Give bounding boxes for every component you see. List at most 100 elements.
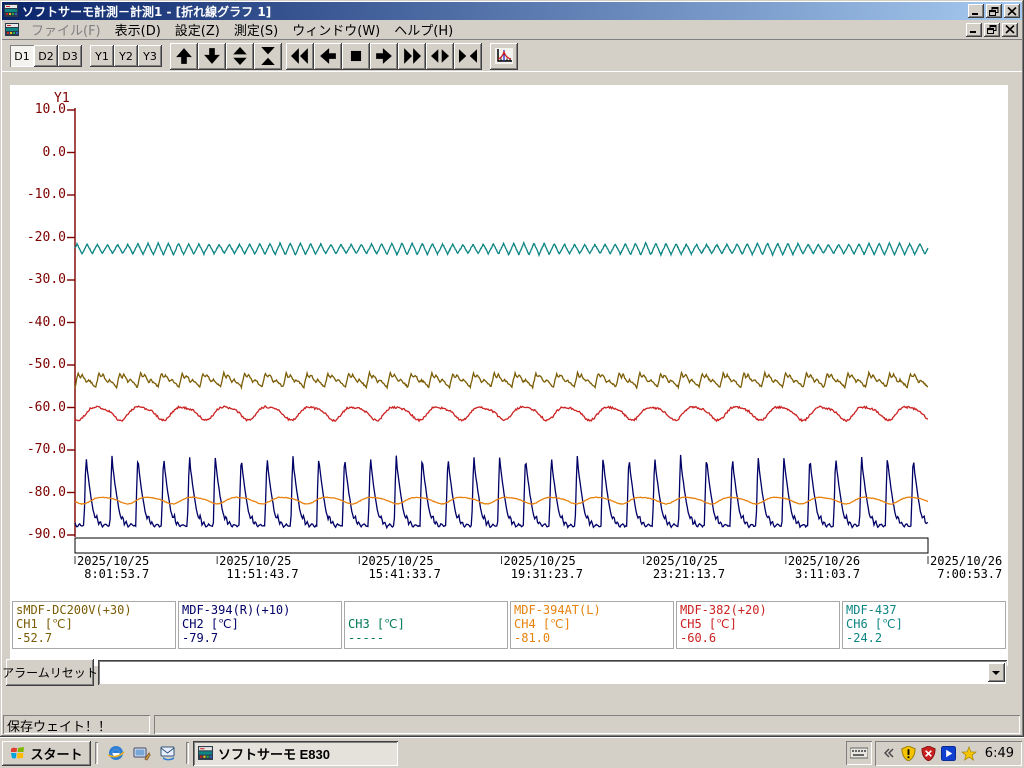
outlook-express-icon[interactable] [158, 743, 178, 763]
app-icon [4, 2, 18, 21]
expand-horizontal-icon[interactable] [426, 43, 454, 70]
dropdown-arrow-icon[interactable] [988, 663, 1005, 682]
menu-item[interactable]: ヘルプ(H) [387, 22, 460, 41]
channel-legend: sMDF-DC200V(+30)CH1 [℃]-52.7MDF-394(R)(+… [12, 601, 1006, 649]
main-area: Y1 10.00.0-10.0-20.0-30.0-40.0-50.0-60.0… [2, 72, 1022, 712]
legend-cell-ch5: MDF-382(+20)CH5 [℃]-60.6 [676, 601, 840, 649]
menu-item[interactable]: 設定(Z) [168, 22, 227, 41]
alarm-history-dropdown[interactable] [98, 660, 1007, 685]
x-tick-label: 2025/10/25 8:01:53.7 [77, 555, 149, 581]
y-tick-label: -70.0 [14, 442, 66, 457]
restore-icon[interactable] [984, 23, 1000, 37]
y-tick-label: 10.0 [14, 102, 66, 117]
minimize-icon[interactable] [966, 23, 982, 37]
fast-forward-icon[interactable] [398, 43, 426, 70]
expand-vertical-icon[interactable] [226, 43, 254, 70]
x-tick-label: 2025/10/26 3:11:03.7 [788, 555, 860, 581]
line-chart [10, 85, 1008, 567]
y-tick-label: -50.0 [14, 357, 66, 372]
task-button-softthermo[interactable]: ソフトサーモ E830 [193, 741, 398, 766]
y-tick-label: -20.0 [14, 230, 66, 245]
toolbar-button-y3[interactable]: Y3 [138, 45, 162, 67]
channel-label: CH1 [℃] [16, 617, 172, 631]
y-tick-label: -80.0 [14, 485, 66, 500]
desktop: ソフトサーモ計測－計測1 - [折れ線グラフ 1] ファイル(F)表示(D)設定… [0, 0, 1024, 768]
collapse-tray-icon[interactable] [881, 745, 897, 761]
channel-value: -52.7 [16, 631, 172, 645]
channel-value: -79.7 [182, 631, 338, 645]
time-range-scrollbar[interactable] [75, 538, 928, 553]
pan-up-icon[interactable] [170, 43, 198, 70]
title-bar[interactable]: ソフトサーモ計測－計測1 - [折れ線グラフ 1] [2, 2, 1022, 20]
quick-launch-bar [102, 743, 182, 763]
series-line-ch4 [75, 497, 928, 504]
security-alert-icon[interactable] [901, 745, 917, 761]
menu-item[interactable]: 測定(S) [227, 22, 285, 41]
channel-name: MDF-382(+20) [680, 603, 836, 617]
close-icon[interactable] [1004, 4, 1020, 18]
menu-bar: ファイル(F)表示(D)設定(Z)測定(S)ウィンドウ(W)ヘルプ(H) [2, 20, 1022, 40]
channel-value: -81.0 [514, 631, 670, 645]
y-tick-label: -40.0 [14, 315, 66, 330]
y-tick-label: -60.0 [14, 400, 66, 415]
alarm-reset-button[interactable]: アラームリセット [6, 659, 94, 686]
channel-value: ----- [348, 631, 504, 645]
toolbar: D1D2D3 Y1Y2Y3 [2, 41, 1022, 72]
favorites-star-icon[interactable] [961, 745, 977, 761]
task-button-label: ソフトサーモ E830 [218, 744, 330, 763]
menu-item: ファイル(F) [24, 22, 108, 41]
compress-horizontal-icon[interactable] [454, 43, 482, 70]
x-tick-label: 2025/10/26 7:00:53.7 [930, 555, 1002, 581]
pan-down-icon[interactable] [198, 43, 226, 70]
taskbar-divider[interactable] [95, 742, 98, 764]
minimize-icon[interactable] [968, 4, 984, 18]
security-center-icon[interactable] [921, 745, 937, 761]
menu-item[interactable]: ウィンドウ(W) [285, 22, 387, 41]
channel-name [348, 603, 504, 617]
legend-cell-ch3: CH3 [℃]----- [344, 601, 508, 649]
pan-left-icon[interactable] [314, 43, 342, 70]
toolbar-button-y2[interactable]: Y2 [114, 45, 138, 67]
tray-icon-box: 6:49 [875, 741, 1022, 766]
keyboard-layout-icon[interactable] [846, 741, 872, 765]
toolbar-button-d3[interactable]: D3 [58, 45, 82, 67]
close-icon[interactable] [1002, 23, 1018, 37]
channel-label: CH5 [℃] [680, 617, 836, 631]
status-cell-empty [154, 715, 1020, 734]
internet-explorer-icon[interactable] [106, 743, 126, 763]
series-line-ch1 [75, 372, 928, 388]
tray-clock: 6:49 [985, 746, 1014, 761]
start-button[interactable]: スタート [2, 741, 91, 766]
toolbar-button-d2[interactable]: D2 [34, 45, 58, 67]
menu-items: ファイル(F)表示(D)設定(Z)測定(S)ウィンドウ(W)ヘルプ(H) [24, 20, 460, 39]
alarm-bar: アラームリセット [2, 657, 1000, 691]
title-window-buttons [966, 4, 1020, 18]
status-message: 保存ウェイト！！ [3, 715, 150, 734]
channel-value: -24.2 [846, 631, 1002, 645]
app-window: ソフトサーモ計測－計測1 - [折れ線グラフ 1] ファイル(F)表示(D)設定… [0, 0, 1024, 737]
line-graph-icon[interactable] [490, 43, 518, 70]
pan-right-icon[interactable] [370, 43, 398, 70]
restore-icon[interactable] [986, 4, 1002, 18]
toolbar-button-y1[interactable]: Y1 [90, 45, 114, 67]
x-tick-label: 2025/10/25 19:31:23.7 [504, 555, 583, 581]
taskbar: スタート ソフトサーモ E830 6:49 [0, 737, 1024, 768]
compress-vertical-icon[interactable] [254, 43, 282, 70]
fast-rewind-icon[interactable] [286, 43, 314, 70]
x-tick-label: 2025/10/25 15:41:33.7 [361, 555, 440, 581]
channel-name: MDF-394(R)(+10) [182, 603, 338, 617]
stop-icon[interactable] [342, 43, 370, 70]
x-tick-label: 2025/10/25 11:51:43.7 [219, 555, 298, 581]
chart-panel: Y1 10.00.0-10.0-20.0-30.0-40.0-50.0-60.0… [10, 85, 1008, 666]
y-tick-label: -30.0 [14, 272, 66, 287]
show-desktop-icon[interactable] [132, 743, 152, 763]
toolbar-button-d1[interactable]: D1 [10, 45, 34, 67]
app-icon [198, 746, 213, 760]
taskbar-divider[interactable] [186, 742, 189, 764]
media-player-icon[interactable] [941, 745, 957, 761]
series-line-ch2 [75, 455, 928, 528]
menu-item[interactable]: 表示(D) [108, 22, 168, 41]
series-line-ch5 [75, 406, 928, 421]
channel-name: MDF-437 [846, 603, 1002, 617]
child-system-menu-icon[interactable] [4, 23, 20, 37]
